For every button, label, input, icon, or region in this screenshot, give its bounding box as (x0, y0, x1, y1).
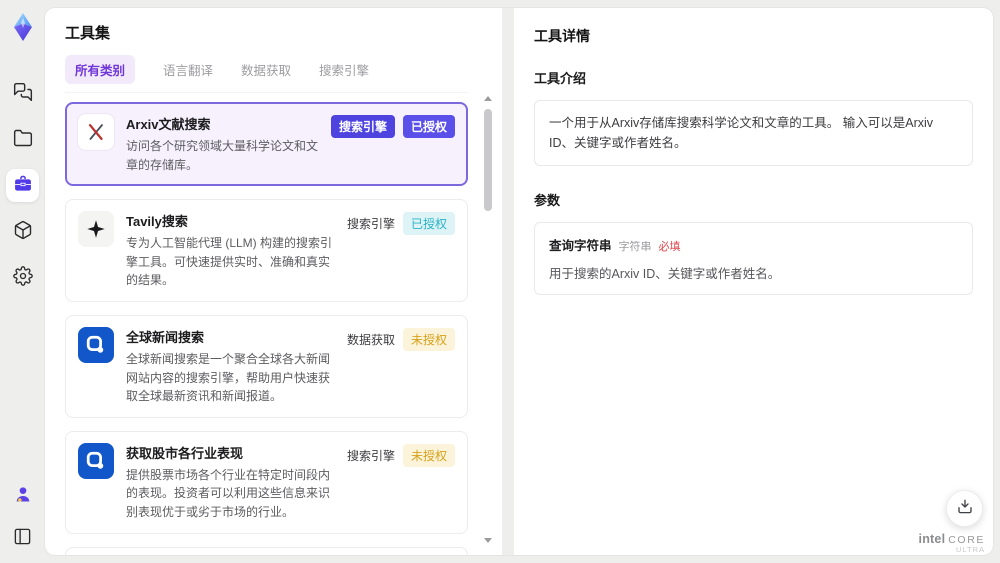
tool-card[interactable]: Arxiv文献搜索访问各个研究领域大量科学论文和文章的存储库。 搜索引擎 已授权 (65, 102, 468, 187)
param-name: 查询字符串 (549, 239, 612, 253)
params-heading: 参数 (534, 193, 561, 208)
blue-app-icon (78, 326, 114, 363)
category-tab-1[interactable]: 语言翻译 (163, 55, 213, 84)
tool-list: Arxiv文献搜索 访问各个研究领域大量科学论文和文章的存储库。 搜索引擎 已授权 Ta… (65, 102, 468, 555)
blue-app-icon (78, 442, 114, 479)
tool-badges: 搜索引擎 已授权 (346, 212, 455, 236)
tool-card[interactable]: 全球新闻搜索全球新闻搜索是一个聚合全球各大新闻网站内容的搜索引擎，帮助用户快速获… (65, 314, 468, 418)
param-required-badge: 必填 (658, 241, 681, 253)
app-logo (8, 11, 38, 43)
category-badge: 搜索引擎 (346, 217, 395, 232)
detail-panel: 工具详情 工具介绍 一个用于从Arxiv存储库搜索科学论文和文章的工具。 输入可… (502, 8, 993, 555)
folder-icon (13, 128, 33, 151)
toolbox-icon (13, 174, 33, 197)
detail-title: 工具详情 (534, 28, 590, 44)
auth-badge: 未授权 (402, 443, 455, 467)
tool-card[interactable]: 获取股市各行业表现提供股票市场各个行业在特定时间段内的表现。投资者可以利用这些信… (65, 430, 468, 534)
tool-card[interactable]: 获取市场最活跃股票信息提供当天交易量最高的股票列表，投资者可以利用这些信息来识别… (65, 546, 468, 555)
param-box: 查询字符串 字符串 必填 用于搜索的Arxiv ID、关键字或作者姓名。 (534, 222, 973, 295)
tavily-icon (78, 211, 114, 248)
sidebar-rail (0, 0, 45, 563)
toolbox-nav-button[interactable] (6, 169, 39, 202)
category-tab-2[interactable]: 数据获取 (241, 55, 291, 84)
page-title: 工具集 (65, 25, 111, 42)
list-scrollbar[interactable] (483, 96, 493, 543)
category-tab-0[interactable]: 所有类别 (65, 55, 136, 84)
cube-icon (13, 220, 33, 243)
tool-description: 访问各个研究领域大量科学论文和文章的存储库。 (126, 139, 319, 172)
tool-name: Tavily搜索 (126, 214, 188, 230)
auth-badge: 已授权 (402, 115, 455, 138)
panel-toggle-icon (13, 527, 32, 549)
chat-nav-button[interactable] (6, 77, 39, 110)
param-type: 字符串 (618, 241, 652, 253)
sidebar-bottom (0, 479, 45, 554)
tool-description: 全球新闻搜索是一个聚合全球各大新闻网站内容的搜索引擎，帮助用户快速获取全球最新资… (126, 351, 331, 404)
tool-description: 提供股票市场各个行业在特定时间段内的表现。投资者可以利用这些信息来识别表现优于或… (126, 467, 331, 519)
tool-info: 全球新闻搜索全球新闻搜索是一个聚合全球各大新闻网站内容的搜索引擎，帮助用户快速获… (126, 327, 337, 406)
scrollbar-up-arrow-icon[interactable] (484, 96, 492, 101)
core-text: core (948, 534, 985, 546)
cube-nav-button[interactable] (6, 215, 39, 248)
tool-info: Tavily搜索专为人工智能代理 (LLM) 构建的搜索引擎工具。可快速提供实时… (126, 211, 337, 290)
tools-panel: 工具集 所有类别 语言翻译 数据获取 搜索引擎 Arxiv文献搜索 访问各个研究领域大量… (45, 8, 502, 555)
tool-badges: 搜索引擎 未授权 (346, 443, 455, 467)
intro-heading: 工具介绍 (534, 71, 587, 86)
chat-icon (13, 82, 33, 105)
tool-card[interactable]: Tavily搜索专为人工智能代理 (LLM) 构建的搜索引擎工具。可快速提供实时… (65, 199, 468, 302)
scrollbar-down-arrow-icon[interactable] (484, 538, 492, 543)
category-tab-3[interactable]: 搜索引擎 (319, 55, 369, 84)
tool-name: 获取股市各行业表现 (126, 445, 244, 461)
arxiv-icon (78, 114, 114, 150)
sidebar-nav (6, 77, 39, 294)
category-badge: 数据获取 (346, 332, 395, 347)
tool-badges: 数据获取 未授权 (346, 327, 455, 351)
gear-icon (12, 266, 33, 289)
tool-info: Arxiv文献搜索访问各个研究领域大量科学论文和文章的存储库。 (126, 114, 321, 174)
category-badge: 搜索引擎 (330, 115, 395, 138)
param-header: 查询字符串 字符串 必填 (549, 235, 958, 254)
category-tabs: 所有类别 语言翻译 数据获取 搜索引擎 (65, 55, 468, 93)
intro-text: 一个用于从Arxiv存储库搜索科学论文和文章的工具。 输入可以是Arxiv ID… (549, 116, 934, 150)
download-button[interactable] (946, 490, 983, 527)
tool-name: Arxiv文献搜索 (126, 117, 211, 132)
user-button[interactable] (6, 479, 39, 512)
folder-nav-button[interactable] (6, 123, 39, 156)
auth-badge: 已授权 (402, 212, 455, 236)
tool-info: 获取股市各行业表现提供股票市场各个行业在特定时间段内的表现。投资者可以利用这些信… (126, 443, 337, 522)
intro-box: 一个用于从Arxiv存储库搜索科学论文和文章的工具。 输入可以是Arxiv ID… (534, 100, 973, 166)
tool-description: 专为人工智能代理 (LLM) 构建的搜索引擎工具。可快速提供实时、准确和真实的结… (126, 236, 333, 288)
intel-text: intel (918, 532, 946, 546)
intel-core-logo: intel core ultra (919, 532, 985, 555)
category-badge: 搜索引擎 (346, 448, 395, 463)
download-tray-icon (956, 498, 974, 519)
panel-toggle-button[interactable] (6, 521, 39, 554)
scrollbar-thumb[interactable] (484, 109, 492, 211)
param-desc: 用于搜索的Arxiv ID、关键字或作者姓名。 (549, 267, 781, 281)
settings-nav-button[interactable] (6, 261, 39, 294)
ultra-text: ultra (955, 545, 985, 555)
auth-badge: 未授权 (402, 327, 455, 351)
tool-name: 全球新闻搜索 (126, 329, 205, 345)
user-icon (13, 484, 33, 507)
main-panel: 工具集 所有类别 语言翻译 数据获取 搜索引擎 Arxiv文献搜索 访问各个研究领域大量… (45, 8, 993, 555)
tool-badges: 搜索引擎 已授权 (330, 115, 455, 138)
